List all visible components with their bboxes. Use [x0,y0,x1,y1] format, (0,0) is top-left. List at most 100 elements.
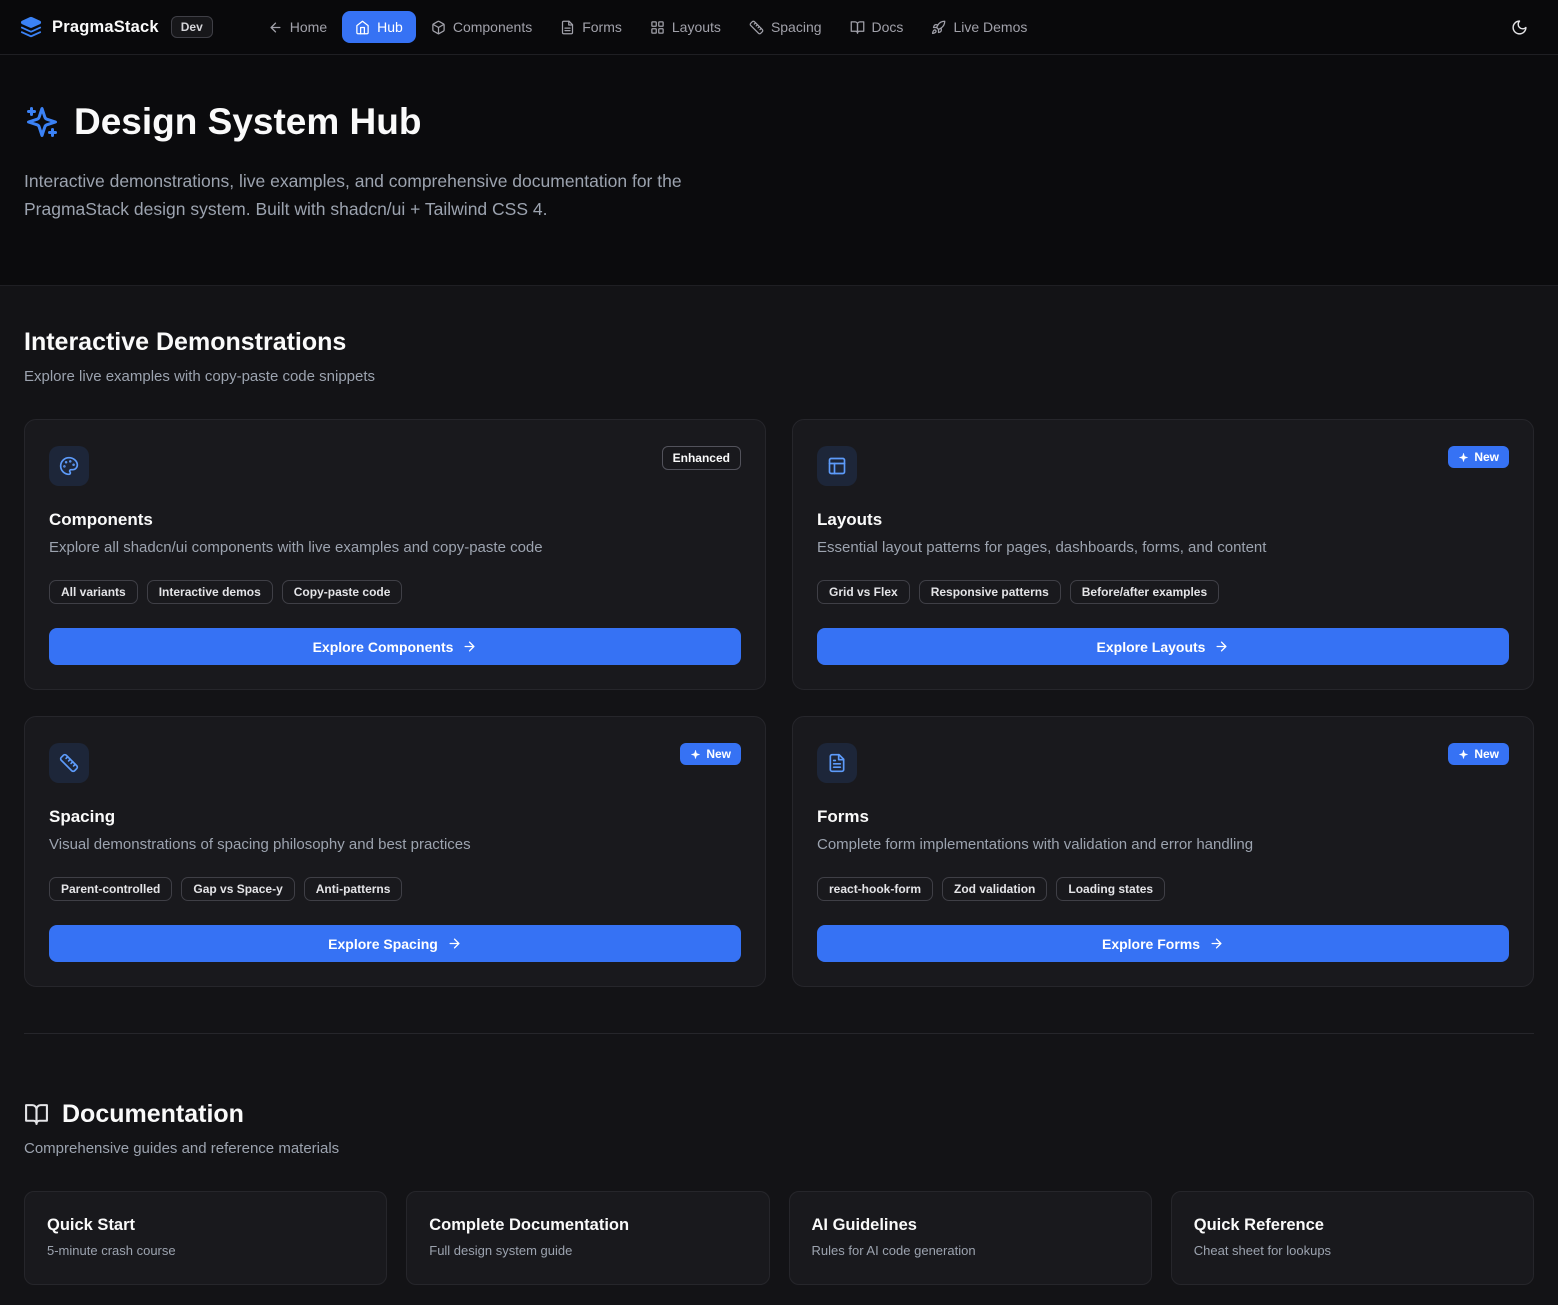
brand[interactable]: PragmaStack [20,16,159,38]
tag: Before/after examples [1070,580,1219,604]
file-text-icon [817,743,857,783]
doc-card-complete-documentation[interactable]: Complete Documentation Full design syste… [406,1191,769,1285]
nav-item-components[interactable]: Components [418,11,545,43]
nav-item-spacing[interactable]: Spacing [736,11,835,43]
home-icon [355,20,370,35]
box-icon [431,20,446,35]
nav-item-label: Layouts [672,19,721,35]
tag: Loading states [1056,877,1165,901]
nav-item-label: Live Demos [953,19,1027,35]
tag: All variants [49,580,138,604]
demo-card-forms: New Forms Complete form implementations … [792,716,1534,987]
demos-section-subtitle: Explore live examples with copy-paste co… [24,368,1534,385]
env-badge: Dev [171,16,213,38]
tag: Zod validation [942,877,1047,901]
main-content: Interactive Demonstrations Explore live … [0,286,1558,1305]
card-tags: Grid vs Flex Responsive patterns Before/… [817,580,1509,604]
demo-card-layouts: New Layouts Essential layout patterns fo… [792,419,1534,690]
doc-card-quick-start[interactable]: Quick Start 5-minute crash course [24,1191,387,1285]
nav-item-home[interactable]: Home [255,11,340,43]
documentation-title: Documentation [24,1100,1534,1129]
button-label: Explore Spacing [328,936,438,952]
tag: Interactive demos [147,580,273,604]
tag: react-hook-form [817,877,933,901]
nav-item-live-demos[interactable]: Live Demos [918,11,1040,43]
tag: Copy-paste code [282,580,403,604]
card-title: Layouts [817,510,1509,530]
tag: Gap vs Space-y [181,877,294,901]
button-label: Explore Forms [1102,936,1200,952]
card-description: Visual demonstrations of spacing philoso… [49,836,741,853]
doc-card-quick-reference[interactable]: Quick Reference Cheat sheet for lookups [1171,1191,1534,1285]
layout-panel-icon [817,446,857,486]
card-tags: Parent-controlled Gap vs Space-y Anti-pa… [49,877,741,901]
explore-layouts-button[interactable]: Explore Layouts [817,628,1509,665]
tag: Grid vs Flex [817,580,910,604]
sparkles-icon [1458,749,1469,760]
nav-item-layouts[interactable]: Layouts [637,11,734,43]
explore-components-button[interactable]: Explore Components [49,628,741,665]
ruler-icon [749,20,764,35]
doc-card-ai-guidelines[interactable]: AI Guidelines Rules for AI code generati… [789,1191,1152,1285]
badge-label: New [706,747,731,761]
page-title-text: Design System Hub [74,101,421,143]
nav-item-label: Hub [377,19,403,35]
demos-grid: Enhanced Components Explore all shadcn/u… [24,419,1534,987]
card-description: Explore all shadcn/ui components with li… [49,539,741,556]
nav-item-label: Home [290,19,327,35]
hero-section: Design System Hub Interactive demonstrat… [0,55,1558,286]
doc-card-title: Quick Reference [1194,1216,1511,1235]
doc-card-description: Cheat sheet for lookups [1194,1243,1511,1258]
card-tags: react-hook-form Zod validation Loading s… [817,877,1509,901]
card-description: Complete form implementations with valid… [817,836,1509,853]
explore-forms-button[interactable]: Explore Forms [817,925,1509,962]
new-badge: New [1448,446,1509,468]
documentation-section: Documentation Comprehensive guides and r… [24,1100,1534,1285]
explore-spacing-button[interactable]: Explore Spacing [49,925,741,962]
arrow-right-icon [1214,639,1229,654]
nav-links: Home Hub Components Forms [255,11,1041,43]
sparkles-icon [690,749,701,760]
card-tags: All variants Interactive demos Copy-past… [49,580,741,604]
palette-icon [49,446,89,486]
card-title: Spacing [49,807,741,827]
section-divider [24,1033,1534,1034]
book-open-icon [24,1102,49,1127]
nav-item-forms[interactable]: Forms [547,11,635,43]
nav-item-label: Spacing [771,19,822,35]
card-title: Forms [817,807,1509,827]
rocket-icon [931,20,946,35]
doc-card-title: Complete Documentation [429,1216,746,1235]
doc-card-description: Full design system guide [429,1243,746,1258]
page-subtitle: Interactive demonstrations, live example… [24,167,769,223]
theme-toggle-button[interactable] [1500,8,1538,46]
new-badge: New [1448,743,1509,765]
nav-item-label: Docs [872,19,904,35]
page-title: Design System Hub [24,101,1534,143]
doc-card-description: 5-minute crash course [47,1243,364,1258]
card-title: Components [49,510,741,530]
demos-section-title: Interactive Demonstrations [24,328,1534,357]
demo-card-spacing: New Spacing Visual demonstrations of spa… [24,716,766,987]
enhanced-badge: Enhanced [662,446,741,470]
arrow-right-icon [1209,936,1224,951]
tag: Responsive patterns [919,580,1061,604]
sparkles-icon [24,104,60,140]
doc-card-description: Rules for AI code generation [812,1243,1129,1258]
book-open-icon [850,20,865,35]
nav-item-docs[interactable]: Docs [837,11,917,43]
documentation-title-text: Documentation [62,1100,244,1129]
button-label: Explore Layouts [1097,639,1206,655]
new-badge: New [680,743,741,765]
nav-item-hub[interactable]: Hub [342,11,416,43]
layers-logo-icon [20,16,42,38]
sparkles-icon [1458,452,1469,463]
layout-grid-icon [650,20,665,35]
arrow-right-icon [462,639,477,654]
documentation-grid: Quick Start 5-minute crash course Comple… [24,1191,1534,1285]
doc-card-title: Quick Start [47,1216,364,1235]
file-text-icon [560,20,575,35]
ruler-icon [49,743,89,783]
doc-card-title: AI Guidelines [812,1216,1129,1235]
nav-item-label: Components [453,19,532,35]
